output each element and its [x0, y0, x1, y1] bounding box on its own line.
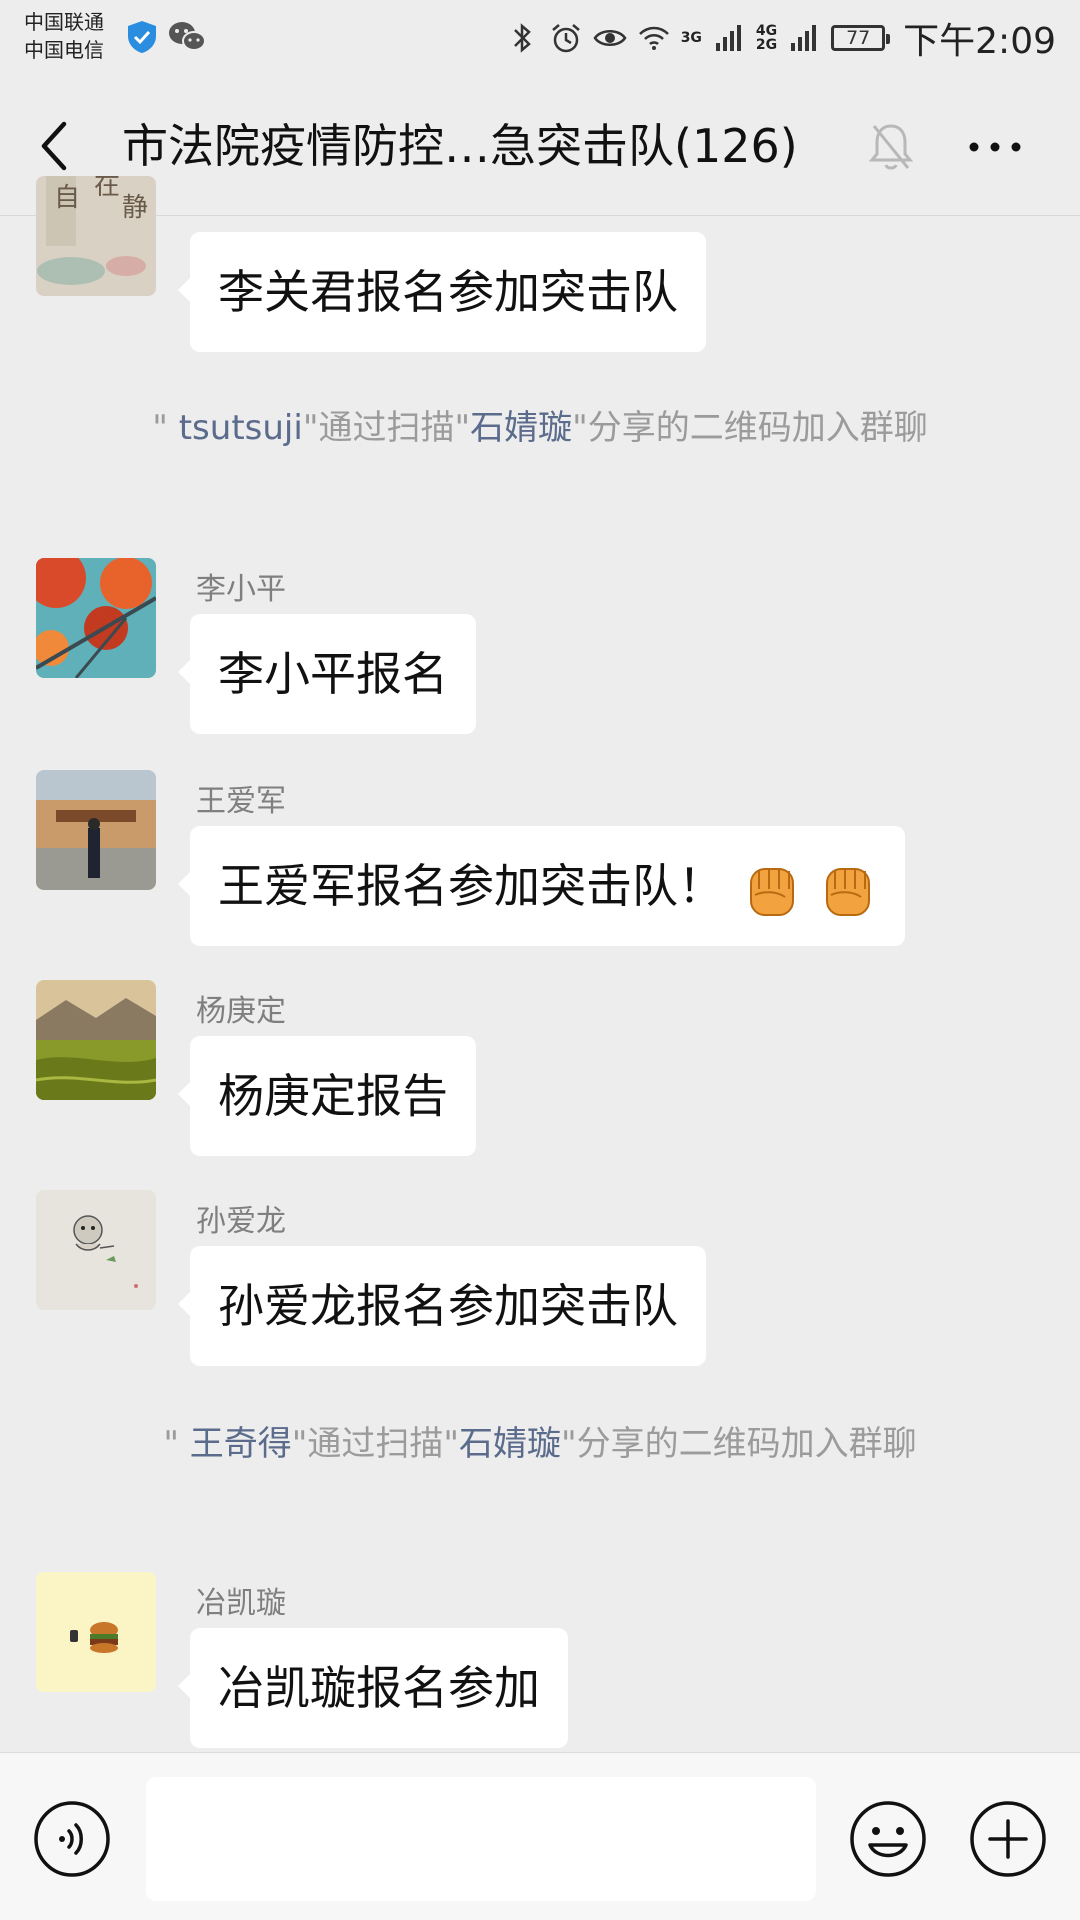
- voice-icon[interactable]: [32, 1799, 112, 1879]
- system-user-link[interactable]: tsutsuji: [179, 408, 303, 448]
- system-join-message: " tsutsuji"通过扫描"石婧璇"分享的二维码加入群聊: [152, 408, 928, 448]
- svg-text:静: 静: [122, 193, 148, 223]
- message-bubble[interactable]: 李关君报名参加突击队: [178, 232, 706, 352]
- battery-indicator: 77: [831, 25, 891, 51]
- sender-name: 孙爱龙: [196, 1204, 286, 1239]
- message-bubble[interactable]: 孙爱龙报名参加突击队: [178, 1246, 706, 1366]
- message-bubble[interactable]: 李小平报名: [178, 614, 476, 734]
- wifi-icon: [638, 26, 669, 50]
- alarm-icon: [551, 24, 580, 53]
- bell-off-icon: [868, 124, 914, 170]
- system-user-link[interactable]: 石婧璇: [459, 1424, 561, 1464]
- sender-name: 王爱军: [196, 784, 286, 819]
- avatar-yang-gengding[interactable]: [36, 980, 156, 1100]
- sender-name: 杨庚定: [196, 994, 286, 1029]
- status-icons: 3G 4G 2G 77 下午2:09: [505, 14, 1056, 62]
- plus-icon[interactable]: [968, 1799, 1048, 1879]
- avatar-li-xiaoping[interactable]: [36, 558, 156, 678]
- message-input[interactable]: [146, 1777, 816, 1901]
- more-options-button[interactable]: [960, 122, 1030, 172]
- carrier-1: 中国联通: [24, 10, 104, 34]
- sender-name: 李小平: [196, 572, 286, 607]
- shield-icon: [128, 21, 156, 53]
- message-bubble[interactable]: 杨庚定报告: [178, 1036, 476, 1156]
- eye-icon: [593, 30, 627, 46]
- avatar-ye-kaixuan[interactable]: [36, 1572, 156, 1692]
- status-bar: 中国联通 中国电信 3G 4G 2G 77 下午2:09: [0, 0, 1080, 76]
- message-bubble[interactable]: 王爱军报名参加突击队！: [177, 826, 906, 946]
- fist-emoji-icon: [826, 867, 871, 916]
- notification-icons: [126, 20, 206, 54]
- wechat-icon: [169, 22, 206, 51]
- network-type: 4G 2G: [755, 23, 778, 53]
- chat-title: 市法院疫情防控…急突击队(126): [122, 119, 798, 173]
- emoji-icon[interactable]: [848, 1799, 928, 1879]
- svg-text:在: 在: [94, 176, 120, 201]
- sender-name: 冶凯璇: [196, 1586, 286, 1621]
- avatar-sun-ailong[interactable]: [36, 1190, 156, 1310]
- svg-text:自: 自: [54, 183, 80, 213]
- network-3g-label: 3G: [680, 30, 702, 46]
- carrier-info: 中国联通 中国电信: [24, 8, 104, 64]
- system-user-link[interactable]: 石婧璇: [470, 408, 572, 448]
- signal-2-icon: [791, 25, 817, 51]
- carrier-2: 中国电信: [24, 38, 104, 62]
- signal-icon: [715, 25, 741, 51]
- fist-emoji-icon: [749, 867, 794, 916]
- message-bubble[interactable]: 冶凯璇报名参加: [178, 1628, 568, 1748]
- bluetooth-icon: [513, 23, 531, 53]
- input-bar: [0, 1752, 1080, 1920]
- avatar-li-guanjun[interactable]: 自 在 静: [36, 176, 156, 296]
- system-user-link[interactable]: 王奇得: [190, 1424, 292, 1464]
- back-button[interactable]: [34, 116, 82, 176]
- system-join-message: " 王奇得"通过扫描"石婧璇"分享的二维码加入群聊: [163, 1424, 917, 1464]
- chat-header: 市法院疫情防控…急突击队(126): [0, 76, 1080, 216]
- clock: 下午2:09: [903, 21, 1056, 62]
- avatar-wang-aijun[interactable]: [36, 770, 156, 890]
